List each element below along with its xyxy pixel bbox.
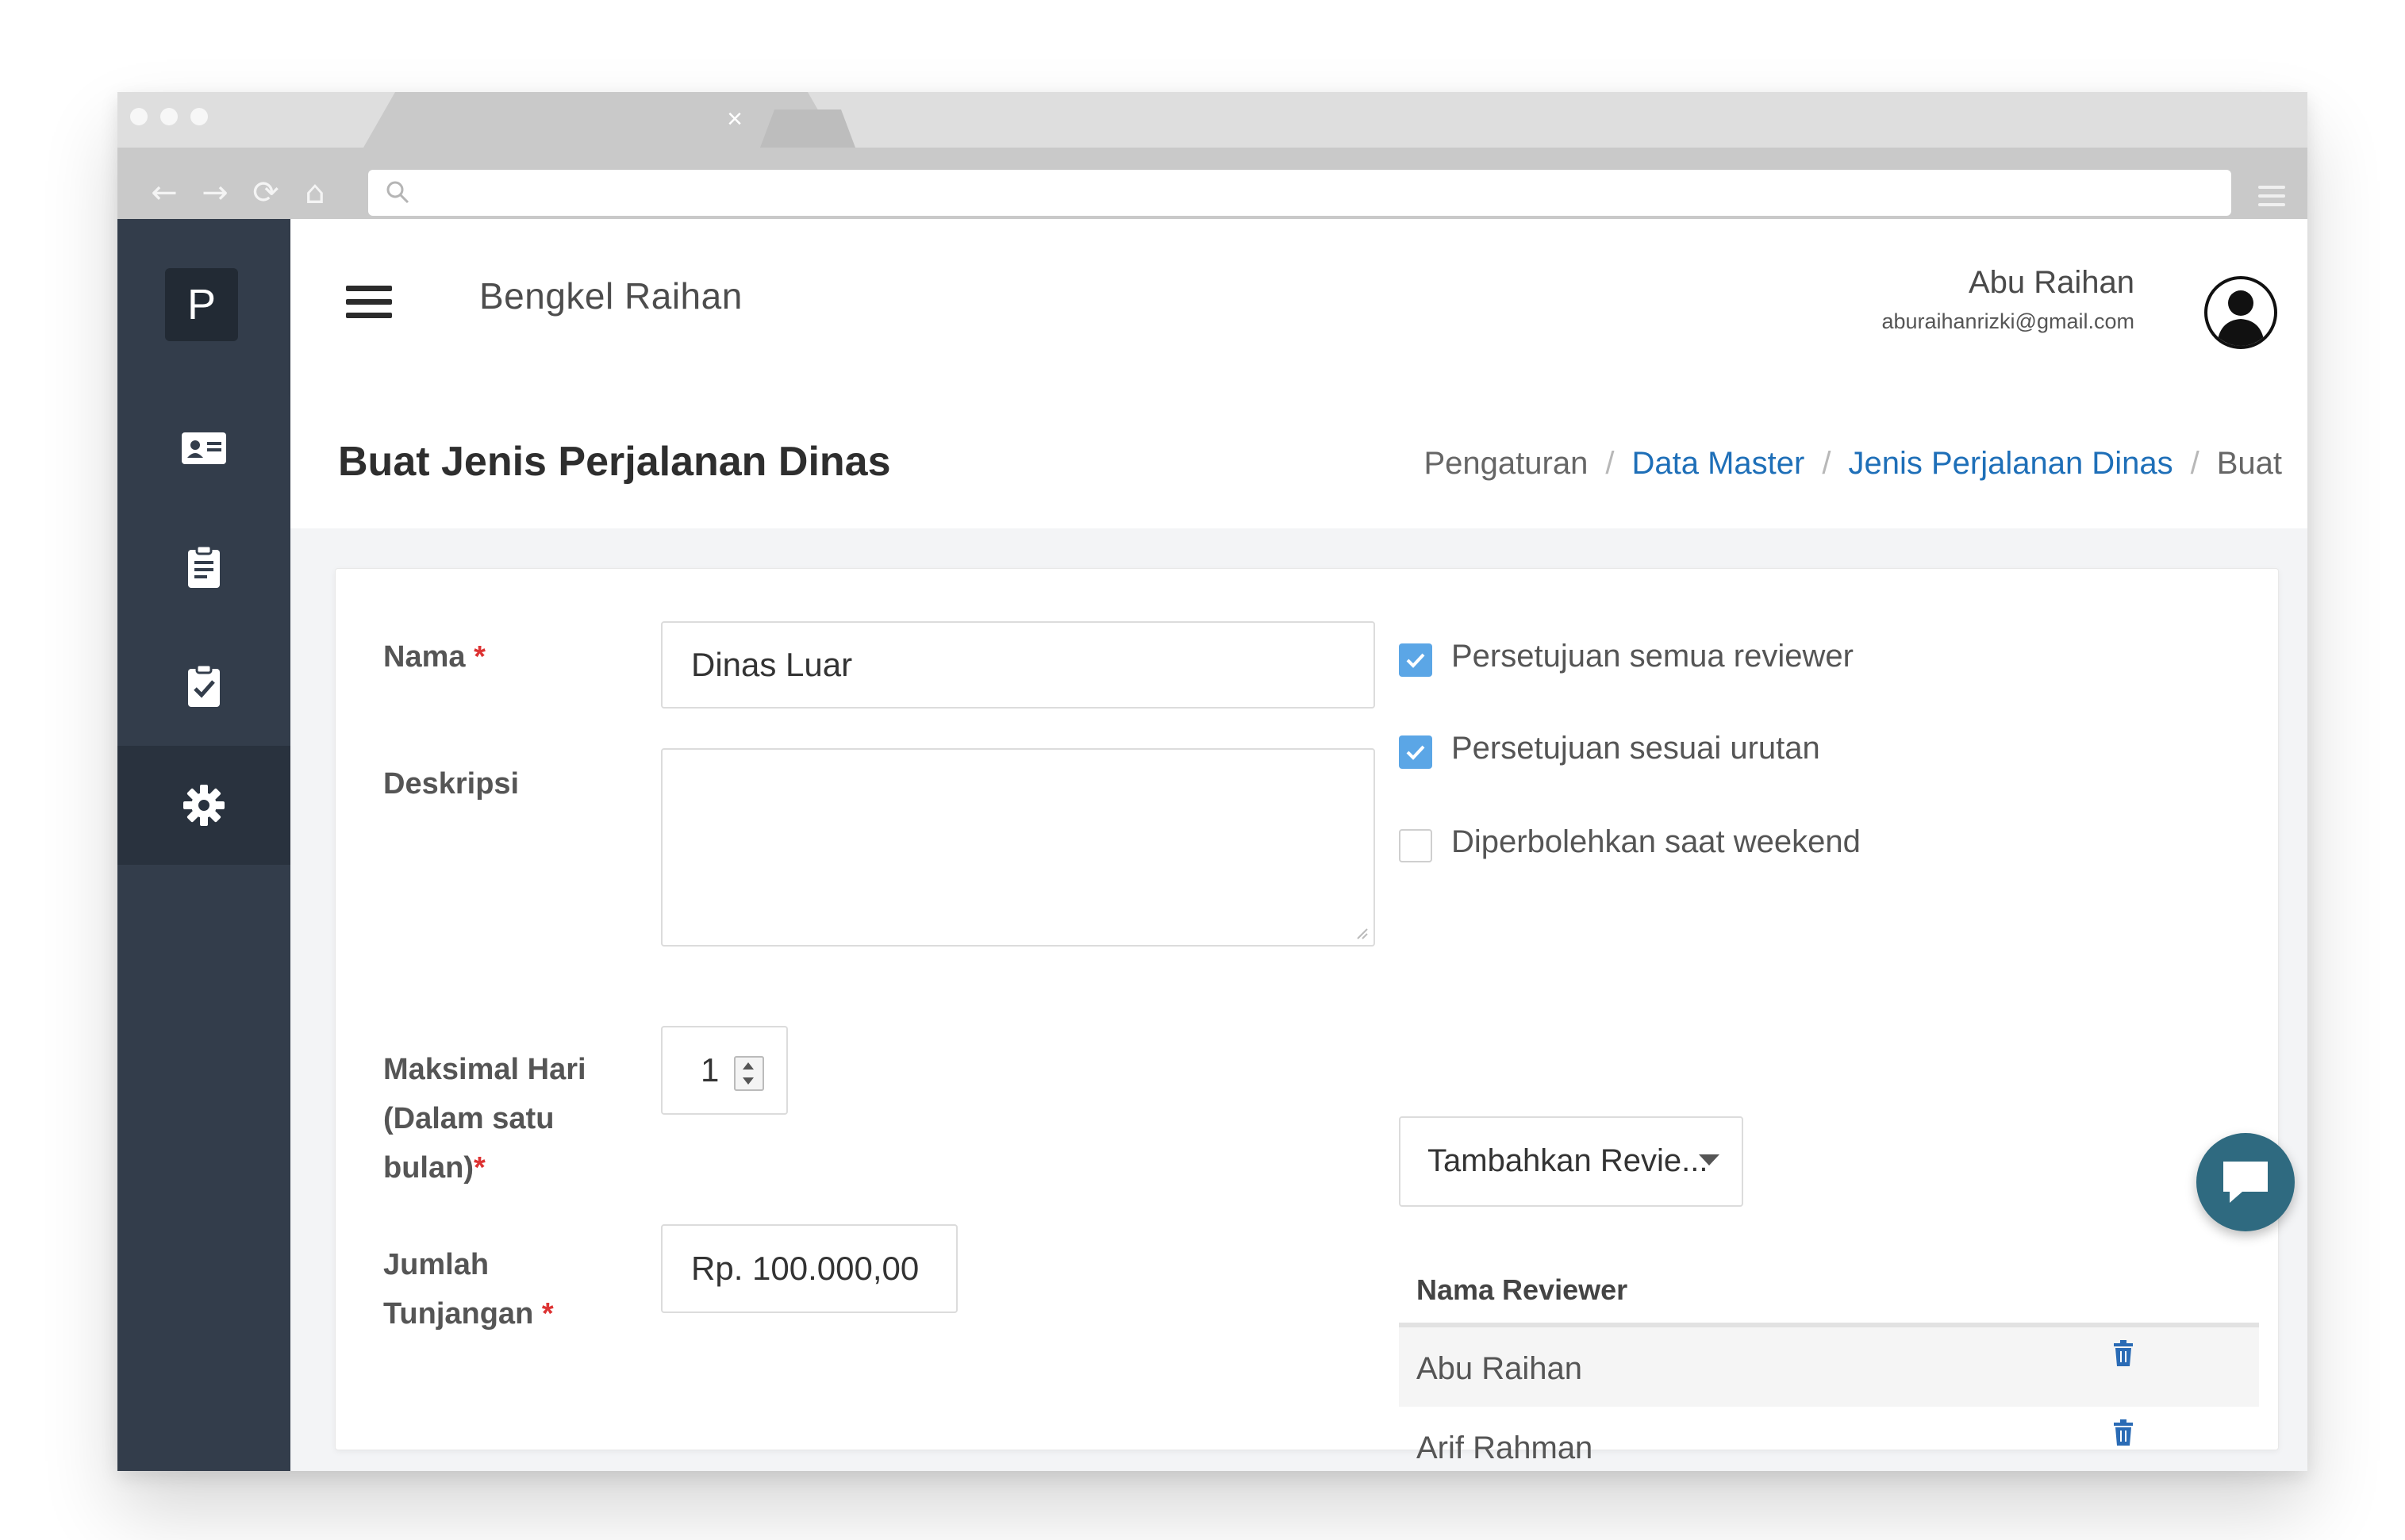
maks-hari-number-input[interactable]: 1 <box>661 1026 788 1115</box>
home-icon[interactable]: ⌂ <box>297 175 333 211</box>
app-header: Bengkel Raihan Abu Raihan aburaihanrizki… <box>290 219 2307 394</box>
nama-input[interactable]: Dinas Luar <box>661 621 1375 709</box>
tunjangan-label: Jumlah Tunjangan * <box>383 1240 554 1338</box>
window-minimize-dot[interactable] <box>160 108 178 125</box>
tunjangan-label-line2: Tunjangan * <box>383 1289 554 1338</box>
caret-down-icon <box>1699 1154 1719 1166</box>
forward-arrow-icon[interactable]: → <box>197 175 233 211</box>
app-logo[interactable]: P <box>165 268 238 341</box>
hamburger-menu-icon[interactable] <box>346 286 392 326</box>
weekend-checkbox[interactable] <box>1399 829 1432 862</box>
table-row: Arif Rahman <box>1399 1407 2259 1471</box>
gear-icon <box>183 785 225 826</box>
spinner-up-icon[interactable] <box>743 1062 754 1070</box>
nama-label-text: Nama <box>383 640 466 674</box>
breadcrumb-separator: / <box>1605 446 1615 481</box>
breadcrumb-separator: / <box>1822 446 1831 481</box>
clipboard-list-icon <box>188 544 220 588</box>
address-bar[interactable] <box>368 170 2231 216</box>
chat-bubble-icon <box>2223 1162 2268 1203</box>
reviewer-name: Abu Raihan <box>1416 1351 1583 1386</box>
maks-hari-label-line3-text: bulan) <box>383 1151 474 1185</box>
maks-hari-label-line2: (Dalam satu <box>383 1102 555 1135</box>
tunjangan-label-line2-text: Tunjangan <box>383 1297 534 1331</box>
sidebar-item-settings[interactable] <box>117 746 290 865</box>
maks-hari-value: 1 <box>701 1051 720 1089</box>
sesuai-urutan-label: Persetujuan sesuai urutan <box>1451 731 1820 766</box>
semua-reviewer-label: Persetujuan semua reviewer <box>1451 639 1854 674</box>
sidebar: P <box>117 219 290 1471</box>
deskripsi-label: Deskripsi <box>383 767 520 801</box>
maks-hari-label-line3: bulan)* <box>383 1143 586 1192</box>
clipboard-check-icon <box>188 663 220 707</box>
breadcrumb-pengaturan: Pengaturan <box>1423 446 1589 481</box>
page-title: Buat Jenis Perjalanan Dinas <box>338 439 891 485</box>
required-mark: * <box>541 1297 554 1331</box>
trash-icon[interactable] <box>2111 1340 2135 1367</box>
browser-titlebar: × <box>117 92 2307 148</box>
user-avatar[interactable] <box>2204 276 2277 349</box>
maks-hari-label: Maksimal Hari (Dalam satu bulan)* <box>383 1045 586 1192</box>
reviewer-column-header: Nama Reviewer <box>1416 1273 1628 1306</box>
breadcrumb-current: Buat <box>2216 446 2282 481</box>
required-mark: * <box>474 640 486 674</box>
user-name: Abu Raihan <box>1968 265 2134 300</box>
table-row: Abu Raihan <box>1399 1327 2259 1407</box>
window-maximize-dot[interactable] <box>190 108 208 125</box>
number-spinner[interactable] <box>734 1056 764 1091</box>
required-mark: * <box>473 1151 486 1185</box>
user-email: aburaihanrizki@gmail.com <box>1881 309 2134 333</box>
tambah-reviewer-select[interactable]: Tambahkan Revie... <box>1399 1116 1743 1207</box>
sidebar-item-profile[interactable] <box>117 389 290 508</box>
sidebar-item-approval[interactable] <box>117 627 290 746</box>
sidebar-item-clipboard[interactable] <box>117 508 290 627</box>
tunjangan-label-line1: Jumlah <box>383 1248 490 1281</box>
id-card-icon <box>182 432 226 464</box>
checkmark-icon <box>1406 745 1425 760</box>
maks-hari-label-line1: Maksimal Hari <box>383 1053 586 1086</box>
page-title-bar: Buat Jenis Perjalanan Dinas Pengaturan / D… <box>290 394 2307 528</box>
tab-close-icon[interactable]: × <box>720 105 749 133</box>
deskripsi-textarea[interactable] <box>661 748 1375 947</box>
main-content: Bengkel Raihan Abu Raihan aburaihanrizki… <box>290 219 2307 1471</box>
resize-grip-icon[interactable] <box>1354 926 1369 940</box>
reviewer-name: Arif Rahman <box>1416 1431 1593 1465</box>
browser-menu-icon[interactable] <box>2258 186 2285 212</box>
search-icon <box>386 181 409 204</box>
window-close-dot[interactable] <box>130 108 148 125</box>
sesuai-urutan-checkbox[interactable] <box>1399 735 1432 769</box>
spinner-down-icon[interactable] <box>743 1077 754 1085</box>
brand-name: Bengkel Raihan <box>479 275 743 317</box>
browser-window: × ← → ⟳ ⌂ P Bengkel Raihan Abu Raihan ab… <box>117 92 2307 1471</box>
tunjangan-input[interactable]: Rp. 100.000,00 <box>661 1224 958 1313</box>
reviewer-table-header: Nama Reviewer <box>1399 1243 2259 1327</box>
weekend-label: Diperbolehkan saat weekend <box>1451 824 1861 859</box>
user-silhouette-icon <box>2217 290 2265 346</box>
breadcrumb: Pengaturan / Data Master / Jenis Perjalanan … <box>1424 446 2283 482</box>
nama-label: Nama * <box>383 632 486 682</box>
tambah-reviewer-text: Tambahkan Revie... <box>1427 1143 1708 1178</box>
back-arrow-icon[interactable]: ← <box>146 175 182 211</box>
trash-icon[interactable] <box>2111 1419 2135 1446</box>
reload-icon[interactable]: ⟳ <box>248 175 284 211</box>
breadcrumb-separator: / <box>2190 446 2199 481</box>
breadcrumb-jenis-perjalanan[interactable]: Jenis Perjalanan Dinas <box>1848 446 2173 481</box>
chat-button[interactable] <box>2196 1133 2295 1231</box>
form-card: Nama * Dinas Luar Deskripsi Maksimal Har… <box>335 568 2279 1465</box>
breadcrumb-data-master[interactable]: Data Master <box>1631 446 1804 481</box>
new-tab-button[interactable] <box>760 109 855 148</box>
checkmark-icon <box>1406 653 1425 668</box>
semua-reviewer-checkbox[interactable] <box>1399 643 1432 677</box>
